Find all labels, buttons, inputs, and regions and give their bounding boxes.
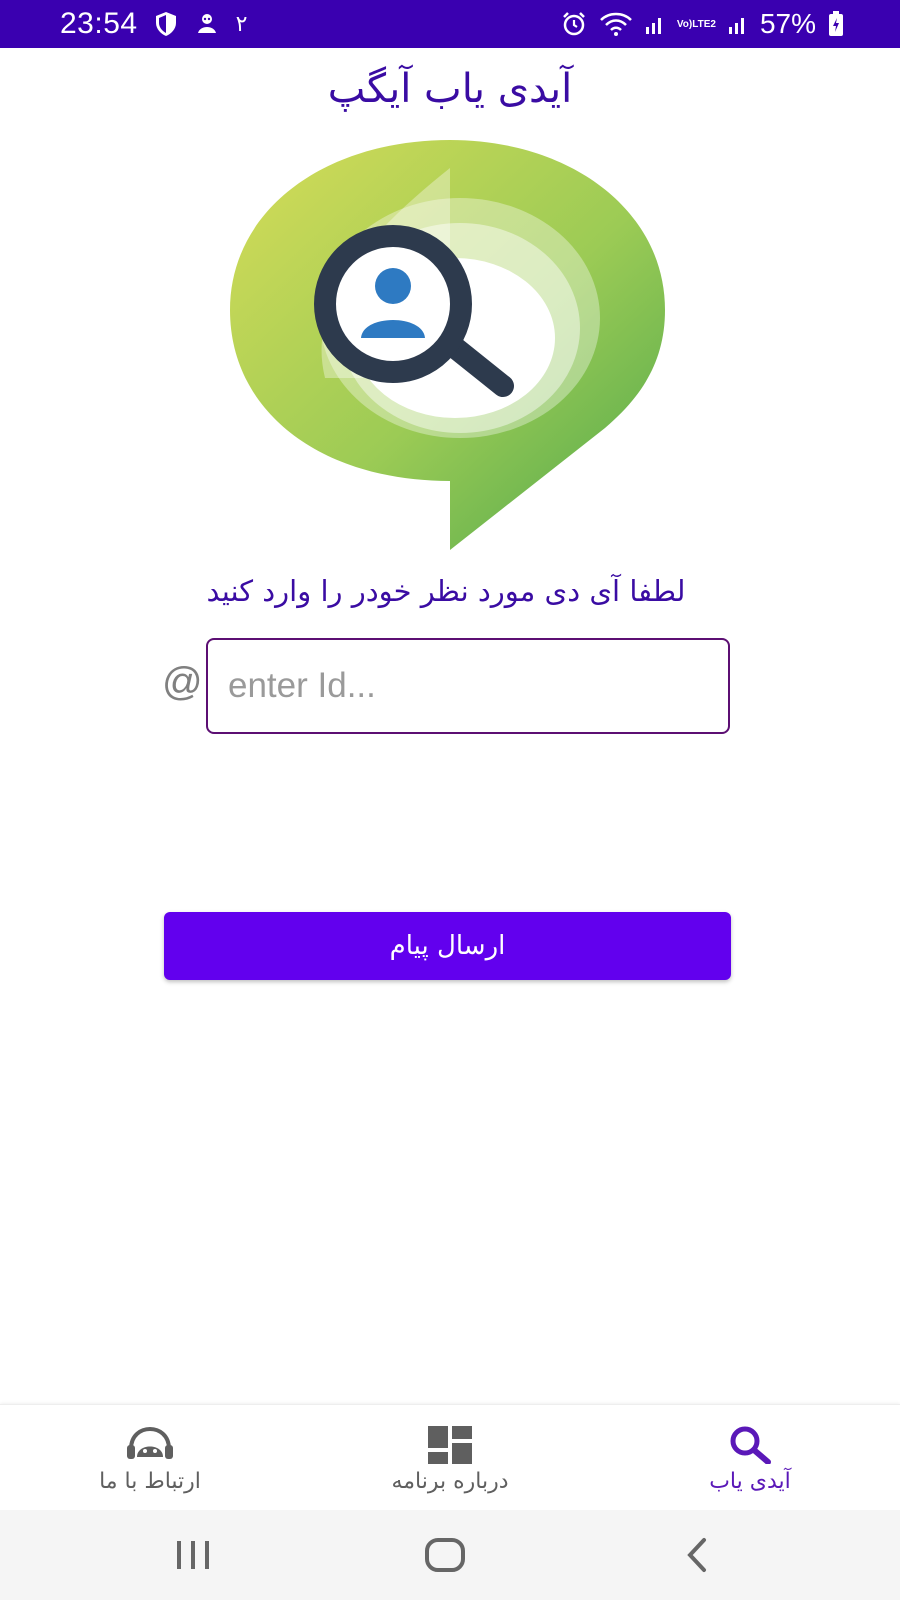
nav-item-id-finder[interactable]: آیدی یاب xyxy=(680,1405,820,1511)
at-prefix: @ xyxy=(162,660,203,704)
page-title: آیدی یاب آیگپ xyxy=(327,66,573,112)
status-bar: 23:54 ۲ Vo) LTE2 57% xyxy=(0,0,900,48)
support-headset-icon xyxy=(125,1425,175,1465)
signal-bars-icon xyxy=(645,13,665,35)
nav-item-contact[interactable]: ارتباط با ما xyxy=(80,1405,220,1511)
status-bar-left: 23:54 ۲ xyxy=(60,0,247,48)
shield-icon xyxy=(154,11,178,37)
system-navigation-bar xyxy=(0,1510,900,1600)
signal-bars-2-icon xyxy=(728,13,748,35)
wifi-icon xyxy=(599,11,633,37)
bottom-navigation: ارتباط با ما درباره برنامه آیدی یاب xyxy=(0,1404,900,1511)
notification-app-icon xyxy=(194,11,220,37)
battery-percentage: 57% xyxy=(759,8,816,39)
instruction-text: لطفا آی دی مورد نظر خودر را وارد کنید xyxy=(206,574,686,608)
home-icon[interactable] xyxy=(420,1532,470,1578)
nav-label-id-finder: آیدی یاب xyxy=(709,1469,791,1494)
status-bar-right: Vo) LTE2 57% xyxy=(561,0,844,48)
volte-icon: Vo) LTE2 xyxy=(676,18,716,30)
nav-label-about: درباره برنامه xyxy=(391,1469,509,1494)
app-logo xyxy=(225,138,675,566)
nav-item-about[interactable]: درباره برنامه xyxy=(370,1405,530,1511)
app-screen: 23:54 ۲ Vo) LTE2 57% آیدی یاب آیگپ لطفا … xyxy=(0,0,900,1600)
send-message-button[interactable]: ارسال پیام xyxy=(164,912,731,980)
status-extra-indicator: ۲ xyxy=(235,11,248,37)
dashboard-icon xyxy=(428,1425,472,1465)
recent-apps-icon[interactable] xyxy=(168,1532,218,1578)
id-input[interactable] xyxy=(206,638,730,734)
back-icon[interactable] xyxy=(672,1532,722,1578)
nav-label-contact: ارتباط با ما xyxy=(99,1469,201,1494)
search-icon xyxy=(728,1425,772,1465)
status-time: 23:54 xyxy=(60,7,138,40)
battery-charging-icon xyxy=(828,11,844,37)
alarm-icon xyxy=(561,11,587,37)
